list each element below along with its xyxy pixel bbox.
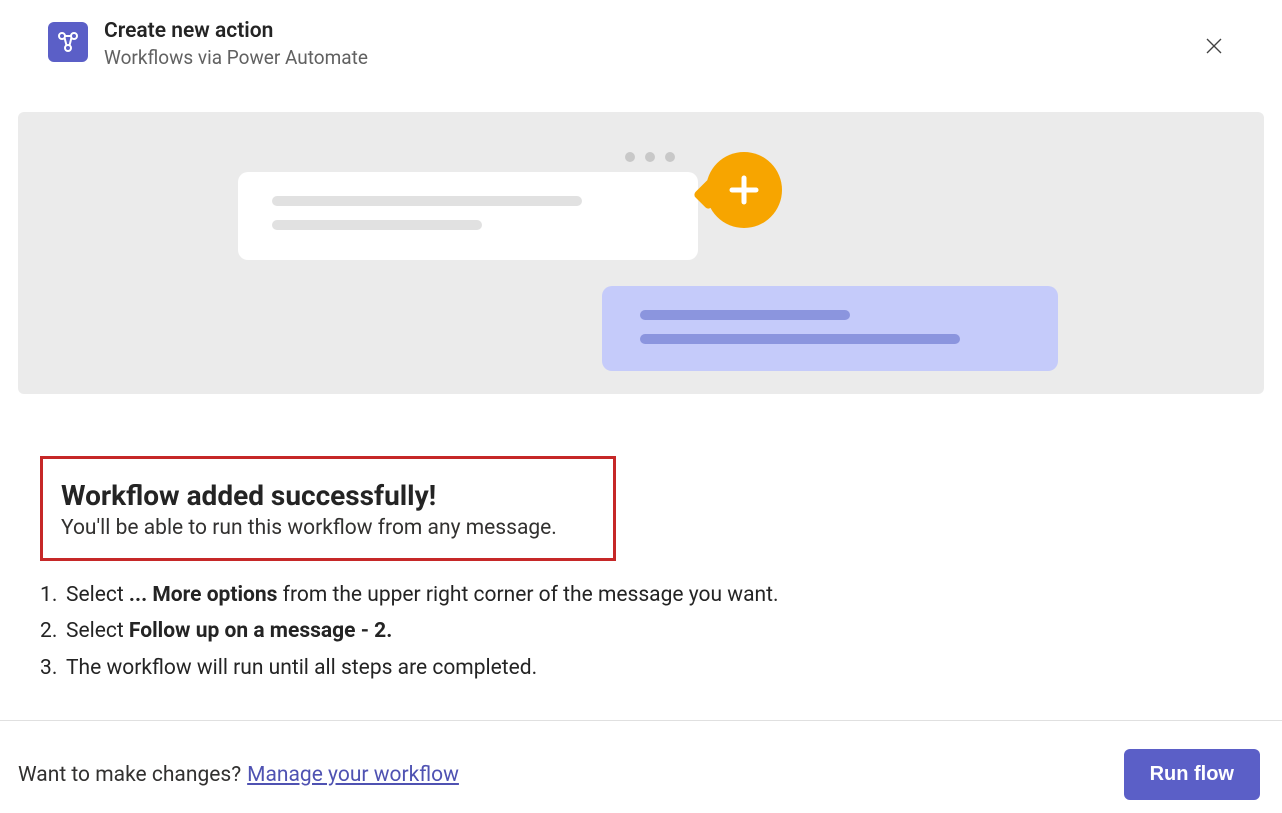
step-2: Select Follow up on a message - 2.: [40, 615, 1242, 648]
illustration-reply-card: [602, 286, 1058, 371]
footer-prompt: Want to make changes?: [18, 763, 241, 787]
illustration-panel: [18, 112, 1264, 394]
success-description: You'll be able to run this workflow from…: [61, 516, 591, 540]
dialog-header: Create new action Workflows via Power Au…: [0, 0, 1282, 84]
instruction-steps: Select ... More options from the upper r…: [40, 579, 1242, 685]
plus-icon: [706, 152, 782, 228]
success-title: Workflow added successfully!: [61, 479, 591, 512]
close-button[interactable]: [1200, 32, 1228, 60]
step-3: The workflow will run until all steps ar…: [40, 652, 1242, 685]
dialog-subtitle: Workflows via Power Automate: [104, 45, 368, 72]
workflow-icon: [48, 22, 88, 62]
step-1: Select ... More options from the upper r…: [40, 579, 1242, 612]
ellipsis-icon: [625, 152, 675, 162]
manage-workflow-link[interactable]: Manage your workflow: [247, 763, 459, 787]
close-icon: [1204, 36, 1224, 56]
success-callout: Workflow added successfully! You'll be a…: [40, 456, 616, 561]
dialog-title: Create new action: [104, 18, 368, 45]
illustration-message-card: [238, 172, 698, 260]
dialog-footer: Want to make changes? Manage your workfl…: [0, 720, 1282, 800]
run-flow-button[interactable]: Run flow: [1124, 749, 1260, 800]
